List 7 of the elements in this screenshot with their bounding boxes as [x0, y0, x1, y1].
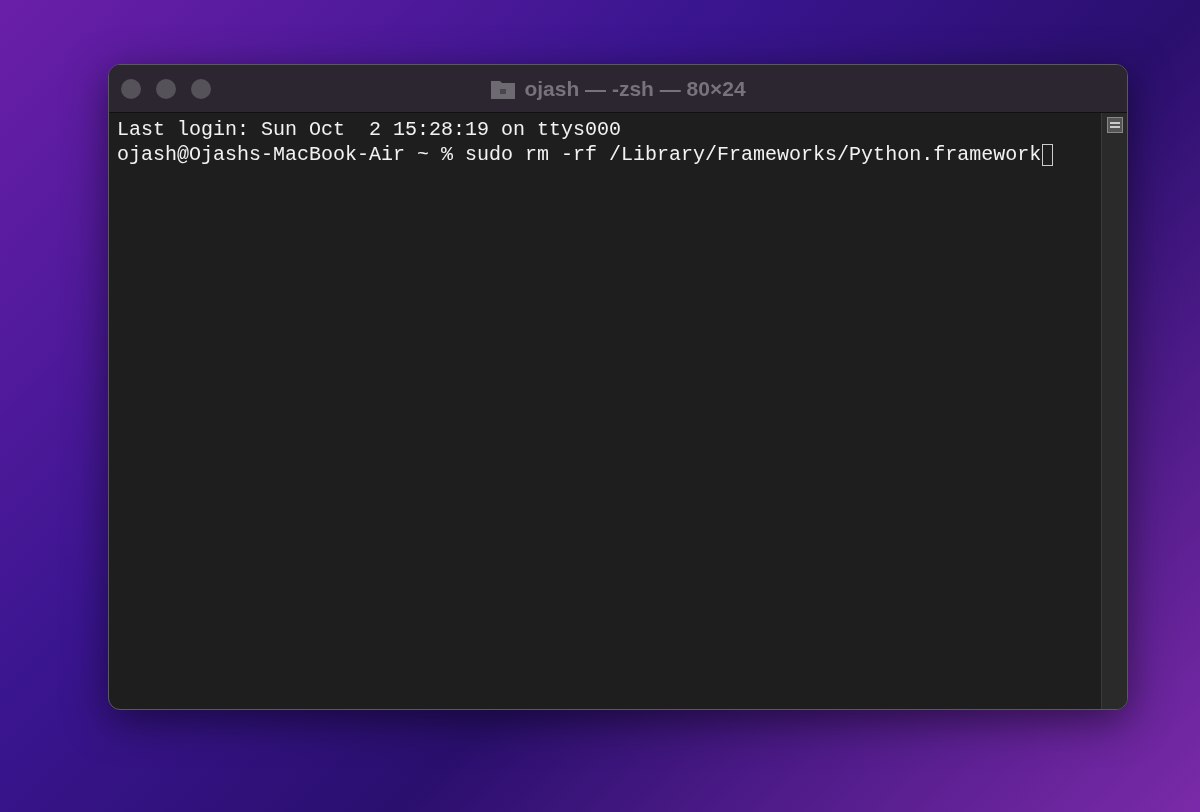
window-control-button[interactable]: [121, 78, 141, 99]
lines-icon: [1106, 117, 1123, 133]
window-title: ojash — -zsh — 80×24: [524, 76, 746, 101]
window-control-button[interactable]: [191, 78, 211, 99]
terminal-line: ojash@Ojashs-MacBook-Air ~ % sudo rm -rf /Library/Frameworks/Python.framework: [117, 142, 1042, 167]
terminal-line: Last login: Sun Oct 2 15:28:19 on ttys000: [117, 117, 622, 142]
window-control-button[interactable]: [156, 78, 176, 99]
